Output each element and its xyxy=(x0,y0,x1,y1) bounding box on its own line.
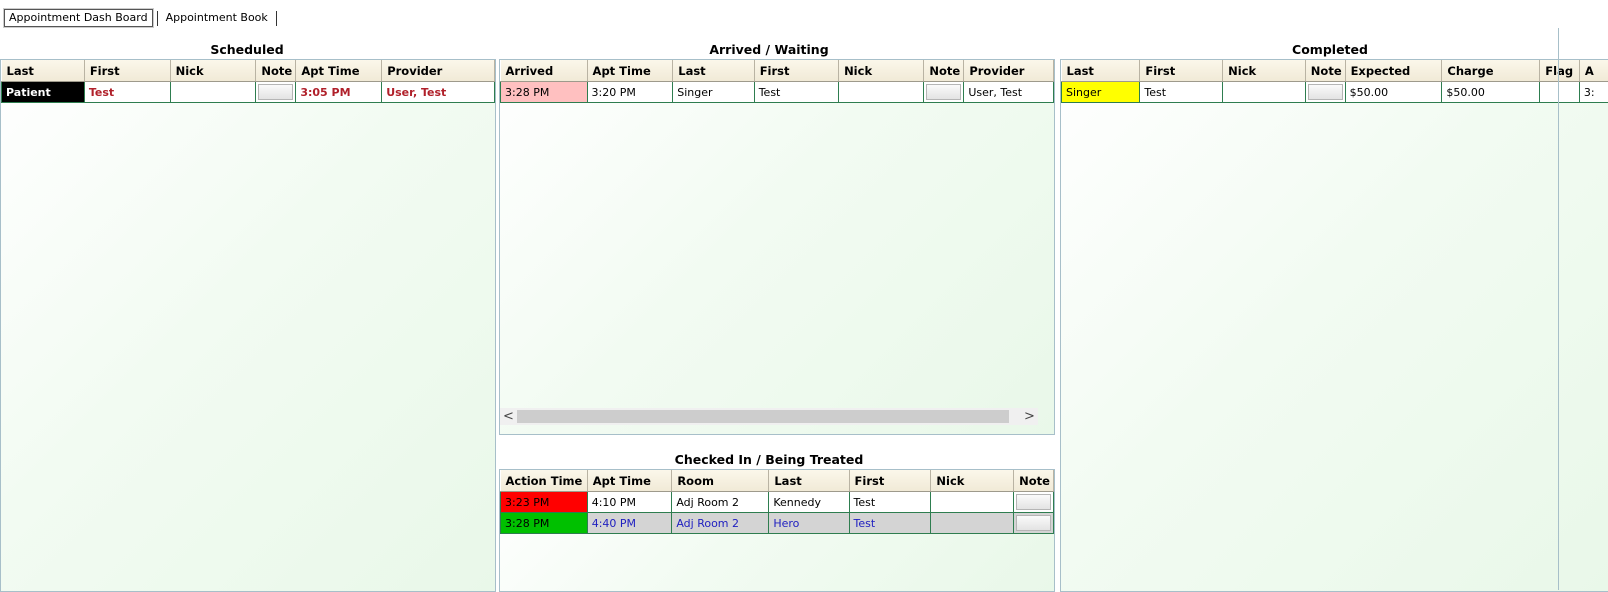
col-header-flag[interactable]: Flag xyxy=(1540,60,1580,82)
table-row[interactable]: 3:28 PM 4:40 PM Adj Room 2 Hero Test xyxy=(501,513,1054,534)
cell-note xyxy=(1305,82,1345,103)
cell-note xyxy=(1014,513,1054,534)
completed-panel: Last First Nick Note Expected Charge Fla… xyxy=(1060,59,1608,592)
col-header-nick[interactable]: Nick xyxy=(1223,60,1306,82)
cell-first[interactable]: Test xyxy=(849,492,931,513)
cell-note xyxy=(1014,492,1054,513)
cell-action-time[interactable]: 3:28 PM xyxy=(501,513,588,534)
completed-title: Completed xyxy=(1060,42,1600,57)
cell-first[interactable]: Test xyxy=(849,513,931,534)
completed-header-row: Last First Nick Note Expected Charge Fla… xyxy=(1062,60,1608,82)
tab-appointment-book[interactable]: Appointment Book xyxy=(162,10,272,26)
cell-room[interactable]: Adj Room 2 xyxy=(672,513,769,534)
cell-apt-time[interactable]: 3:20 PM xyxy=(587,82,673,103)
cell-flag[interactable] xyxy=(1540,82,1580,103)
arrived-table: Arrived Apt Time Last First Nick Note Pr… xyxy=(500,60,1054,103)
cell-apt-time[interactable]: 3:05 PM xyxy=(296,82,382,103)
scheduled-title: Scheduled xyxy=(0,42,494,57)
scroll-left-icon[interactable]: < xyxy=(500,408,517,425)
cell-apt-time[interactable]: 4:40 PM xyxy=(587,513,672,534)
note-button[interactable] xyxy=(1308,84,1343,100)
cell-last[interactable]: Singer xyxy=(673,82,754,103)
checked-in-header-row: Action Time Apt Time Room Last First Nic… xyxy=(501,470,1054,492)
tab-separator xyxy=(276,11,277,26)
table-row[interactable]: 3:28 PM 3:20 PM Singer Test User, Test xyxy=(501,82,1054,103)
col-header-note[interactable]: Note xyxy=(1305,60,1345,82)
arrived-panel: Arrived Apt Time Last First Nick Note Pr… xyxy=(499,59,1055,435)
scroll-right-icon[interactable]: > xyxy=(1021,408,1038,425)
arrived-header-row: Arrived Apt Time Last First Nick Note Pr… xyxy=(501,60,1054,82)
completed-table: Last First Nick Note Expected Charge Fla… xyxy=(1061,60,1608,103)
table-row[interactable]: 3:23 PM 4:10 PM Adj Room 2 Kennedy Test xyxy=(501,492,1054,513)
cell-last[interactable]: Patient xyxy=(2,82,85,103)
col-header-provider[interactable]: Provider xyxy=(964,60,1054,82)
col-header-last[interactable]: Last xyxy=(769,470,849,492)
col-header-note[interactable]: Note xyxy=(924,60,964,82)
table-row[interactable]: Patient Test 3:05 PM User, Test xyxy=(2,82,495,103)
cell-expected[interactable]: $50.00 xyxy=(1345,82,1442,103)
cell-arrived[interactable]: 3:28 PM xyxy=(501,82,588,103)
cell-note xyxy=(256,82,296,103)
col-header-nick[interactable]: Nick xyxy=(170,60,256,82)
col-header-charge[interactable]: Charge xyxy=(1442,60,1540,82)
note-button[interactable] xyxy=(1016,515,1051,531)
col-header-first[interactable]: First xyxy=(1140,60,1223,82)
scheduled-header-row: Last First Nick Note Apt Time Provider xyxy=(2,60,495,82)
cell-first[interactable]: Test xyxy=(754,82,838,103)
tab-strip: Appointment Dash Board Appointment Book xyxy=(4,9,281,27)
checked-in-title: Checked In / Being Treated xyxy=(499,452,1039,467)
col-header-first[interactable]: First xyxy=(84,60,170,82)
note-button[interactable] xyxy=(926,84,961,100)
col-header-action-time[interactable]: Action Time xyxy=(501,470,588,492)
cell-extra[interactable]: 3: xyxy=(1579,82,1608,103)
tab-appointment-dash-board[interactable]: Appointment Dash Board xyxy=(4,9,153,27)
arrived-title: Arrived / Waiting xyxy=(499,42,1039,57)
cell-provider[interactable]: User, Test xyxy=(382,82,495,103)
col-header-nick[interactable]: Nick xyxy=(839,60,924,82)
checked-in-panel: Action Time Apt Time Room Last First Nic… xyxy=(499,469,1055,592)
col-header-note[interactable]: Note xyxy=(256,60,296,82)
horizontal-scrollbar[interactable]: < > xyxy=(500,408,1038,425)
cell-nick[interactable] xyxy=(170,82,256,103)
cell-first[interactable]: Test xyxy=(84,82,170,103)
checked-in-table: Action Time Apt Time Room Last First Nic… xyxy=(500,470,1054,534)
col-header-first[interactable]: First xyxy=(754,60,838,82)
scrollbar-thumb[interactable] xyxy=(517,410,1009,423)
col-header-arrived[interactable]: Arrived xyxy=(501,60,588,82)
col-header-note[interactable]: Note xyxy=(1014,470,1054,492)
scheduled-panel: Last First Nick Note Apt Time Provider P… xyxy=(0,59,496,592)
col-header-apt-time[interactable]: Apt Time xyxy=(296,60,382,82)
col-header-provider[interactable]: Provider xyxy=(382,60,495,82)
col-header-first[interactable]: First xyxy=(849,470,931,492)
col-header-last[interactable]: Last xyxy=(673,60,754,82)
cell-last[interactable]: Hero xyxy=(769,513,849,534)
col-header-expected[interactable]: Expected xyxy=(1345,60,1442,82)
note-button[interactable] xyxy=(258,84,293,100)
scheduled-table: Last First Nick Note Apt Time Provider P… xyxy=(1,60,495,103)
cell-nick[interactable] xyxy=(931,513,1014,534)
cell-last[interactable]: Singer xyxy=(1062,82,1140,103)
note-button[interactable] xyxy=(1016,494,1051,510)
cell-first[interactable]: Test xyxy=(1140,82,1223,103)
cell-provider[interactable]: User, Test xyxy=(964,82,1054,103)
col-header-extra[interactable]: A xyxy=(1579,60,1608,82)
cell-nick[interactable] xyxy=(931,492,1014,513)
table-row[interactable]: Singer Test $50.00 $50.00 3: xyxy=(1062,82,1608,103)
cell-nick[interactable] xyxy=(1223,82,1306,103)
cell-apt-time[interactable]: 4:10 PM xyxy=(587,492,672,513)
col-header-last[interactable]: Last xyxy=(2,60,85,82)
col-header-apt-time[interactable]: Apt Time xyxy=(587,470,672,492)
cell-note xyxy=(924,82,964,103)
col-header-last[interactable]: Last xyxy=(1062,60,1140,82)
cell-room[interactable]: Adj Room 2 xyxy=(672,492,769,513)
col-header-nick[interactable]: Nick xyxy=(931,470,1014,492)
col-header-room[interactable]: Room xyxy=(672,470,769,492)
right-divider xyxy=(1558,28,1559,590)
cell-action-time[interactable]: 3:23 PM xyxy=(501,492,588,513)
col-header-apt-time[interactable]: Apt Time xyxy=(587,60,673,82)
tab-separator xyxy=(157,11,158,26)
cell-last[interactable]: Kennedy xyxy=(769,492,849,513)
cell-charge[interactable]: $50.00 xyxy=(1442,82,1540,103)
cell-nick[interactable] xyxy=(839,82,924,103)
